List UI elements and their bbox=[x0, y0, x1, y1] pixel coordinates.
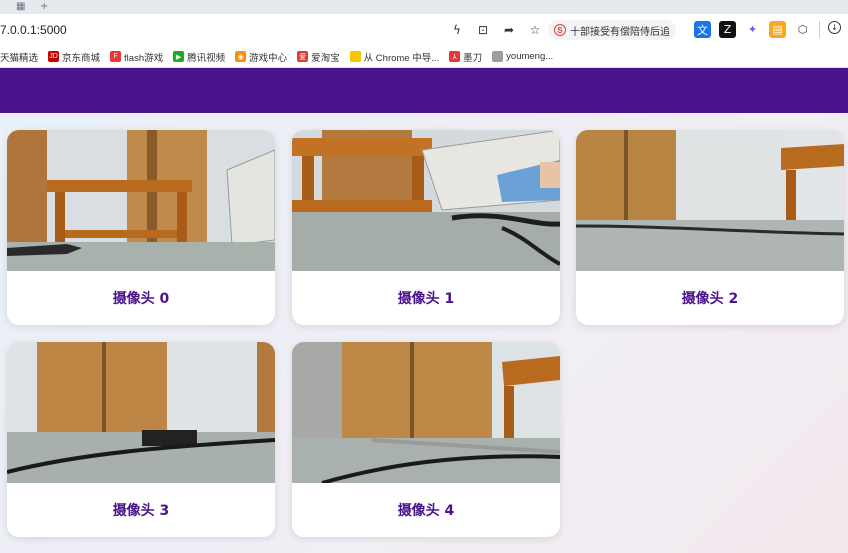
bookmark-label: 墨刀 bbox=[463, 52, 483, 64]
bookmark-label: 天猫精选 bbox=[0, 52, 39, 64]
z-extension-icon[interactable]: Z bbox=[719, 21, 736, 38]
aitaobao-icon: 爱 bbox=[297, 51, 309, 62]
camera-frame bbox=[7, 342, 275, 483]
camera-label: 摄像头 0 bbox=[112, 291, 170, 307]
camera-label: 摄像头 3 bbox=[112, 503, 170, 519]
camera-feed[interactable] bbox=[576, 130, 844, 271]
bookmark-star-icon[interactable]: ☆ bbox=[526, 21, 544, 39]
tab-grid-icon[interactable]: ▦ bbox=[16, 1, 25, 12]
camera-frame bbox=[292, 342, 560, 483]
flash-game-icon: F bbox=[110, 51, 122, 62]
camera-label: 摄像头 4 bbox=[397, 503, 455, 519]
camera-frame bbox=[576, 130, 844, 271]
share-icon[interactable]: ➦ bbox=[500, 21, 518, 39]
bookmark-item[interactable]: youmeng... bbox=[492, 51, 553, 62]
sparkle-icon[interactable]: ✦ bbox=[744, 21, 761, 38]
bookmark-label: youmeng... bbox=[506, 51, 554, 62]
note-icon[interactable]: ▤ bbox=[769, 21, 786, 38]
bookmark-item[interactable]: ⅄ 墨刀 bbox=[449, 50, 482, 64]
bookmark-item[interactable]: JD 京东商城 bbox=[48, 50, 100, 64]
tencent-video-icon: ▶ bbox=[173, 51, 185, 62]
translate-icon[interactable]: 文 bbox=[694, 21, 711, 38]
camera-feed[interactable] bbox=[292, 342, 560, 483]
extension-shield-icon[interactable]: ⊡ bbox=[474, 21, 492, 39]
camera-label: 摄像头 2 bbox=[681, 291, 739, 307]
puzzle-icon[interactable]: ⬡ bbox=[794, 21, 811, 38]
bookmark-item[interactable]: 爱爱淘宝 bbox=[297, 50, 340, 64]
bookmark-label: 爱淘宝 bbox=[311, 52, 340, 64]
chair-back bbox=[292, 138, 432, 156]
new-tab-icon[interactable]: + bbox=[40, 1, 48, 12]
device bbox=[142, 430, 197, 446]
bookmark-label: flash游戏 bbox=[124, 52, 164, 64]
camera-frame bbox=[7, 130, 275, 271]
camera-card[interactable]: 摄像头 1 bbox=[292, 130, 560, 325]
bookmark-item[interactable]: Fflash游戏 bbox=[110, 50, 163, 64]
modao-icon: ⅄ bbox=[449, 51, 461, 62]
tab-strip: ▦ + bbox=[0, 0, 848, 14]
lightning-icon[interactable]: ϟ bbox=[448, 21, 466, 39]
bookmark-item[interactable]: ▶ 腾讯视频 bbox=[173, 50, 225, 64]
bookmark-label: 游戏中心 bbox=[249, 52, 288, 64]
bookmarks-bar: 天猫精选 JD 京东商城 Fflash游戏 ▶ 腾讯视频 ◉ 游戏中心爱爱淘宝 从 Chrome… bbox=[0, 46, 848, 68]
page-icon bbox=[492, 51, 504, 62]
camera-grid: 摄像头 0 摄像头 1 摄像头 2 摄像头 3 摄像头 4 bbox=[0, 113, 848, 553]
camera-feed[interactable] bbox=[292, 130, 560, 271]
chair-back bbox=[781, 144, 844, 170]
bookmark-item[interactable]: ◉ 游戏中心 bbox=[235, 50, 287, 64]
search-text: 十部接受有偿陪侍后追 bbox=[570, 26, 670, 38]
address-bar-row: 7.0.0.1:5000 ϟ ⊡ ➦ ☆ S 十部接受有偿陪侍后追 文 Z ✦ … bbox=[0, 14, 848, 46]
camera-label: 摄像头 1 bbox=[397, 291, 455, 307]
bookmark-label: 腾讯视频 bbox=[187, 52, 226, 64]
camera-frame bbox=[292, 130, 560, 271]
folder-icon bbox=[349, 51, 361, 62]
search-engine-icon: S bbox=[554, 24, 566, 36]
camera-card[interactable]: 摄像头 3 bbox=[7, 342, 275, 537]
camera-card[interactable]: 摄像头 2 bbox=[576, 130, 844, 325]
chair-back bbox=[47, 180, 192, 192]
bookmark-label: 从 Chrome 中导... bbox=[363, 52, 440, 64]
bookmark-item[interactable]: 天猫精选 bbox=[0, 50, 38, 64]
table bbox=[7, 432, 275, 483]
bookmark-label: 京东商城 bbox=[62, 52, 101, 64]
app-header bbox=[0, 68, 848, 113]
bookmark-item[interactable]: 从 Chrome 中导... bbox=[349, 50, 440, 64]
cabinet bbox=[342, 342, 492, 452]
search-box[interactable]: S 十部接受有偿陪侍后追 bbox=[548, 20, 676, 40]
camera-feed[interactable] bbox=[7, 342, 275, 483]
divider-line bbox=[819, 21, 820, 38]
jd-icon: JD bbox=[48, 51, 60, 62]
camera-card[interactable]: 摄像头 4 bbox=[292, 342, 560, 537]
camera-card[interactable]: 摄像头 0 bbox=[7, 130, 275, 325]
wardrobe bbox=[7, 130, 47, 250]
camera-feed[interactable] bbox=[7, 130, 275, 271]
url-field[interactable]: 7.0.0.1:5000 bbox=[0, 23, 67, 37]
download-icon[interactable]: ↓ bbox=[828, 21, 841, 34]
game-center-icon: ◉ bbox=[235, 51, 247, 62]
